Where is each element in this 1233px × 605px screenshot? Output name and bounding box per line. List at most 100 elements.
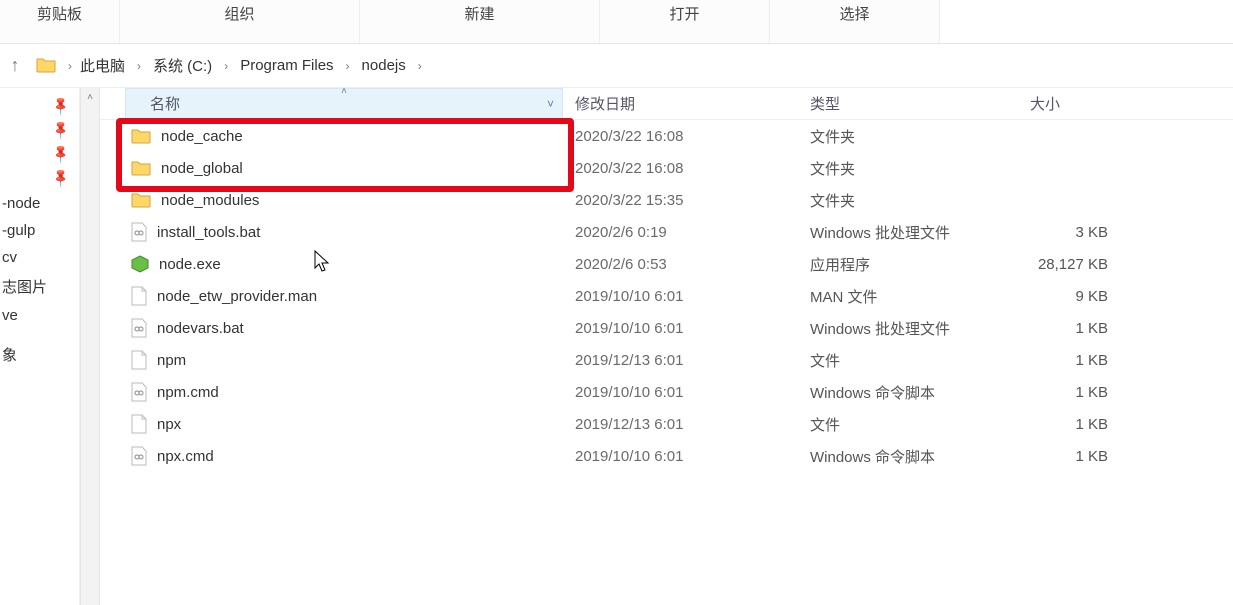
file-name-cell[interactable]: npx [125, 414, 563, 434]
file-name-label: npm [157, 352, 186, 369]
folder-icon [36, 55, 58, 77]
file-type-cell: 应用程序 [798, 254, 1018, 275]
cmd-icon [131, 446, 147, 466]
file-name-cell[interactable]: npx.cmd [125, 446, 563, 466]
file-icon [131, 350, 147, 370]
breadcrumb-item[interactable]: Program Files [236, 55, 337, 76]
pin-icon: 📌 [50, 119, 73, 142]
ribbon-tab-new[interactable]: 新建 [360, 0, 600, 43]
file-row[interactable]: node_modules2020/3/22 15:35文件夹 [100, 184, 1233, 216]
folder-icon [131, 127, 151, 145]
column-header-date[interactable]: 修改日期 [563, 93, 798, 114]
chevron-right-icon[interactable]: › [133, 59, 145, 73]
ribbon-tab-clipboard[interactable]: 剪贴板 [0, 0, 120, 43]
ribbon-tab-organize[interactable]: 组织 [120, 0, 360, 43]
file-name-cell[interactable]: nodevars.bat [125, 318, 563, 338]
file-name-label: npx [157, 416, 181, 433]
file-type-cell: Windows 批处理文件 [798, 318, 1018, 339]
file-row[interactable]: npm.cmd2019/10/10 6:01Windows 命令脚本1 KB [100, 376, 1233, 408]
column-headers: ˄ 名称 ˅ 修改日期 类型 大小 [100, 88, 1233, 120]
file-name-cell[interactable]: node_cache [125, 127, 563, 145]
file-date-cell: 2019/10/10 6:01 [563, 320, 798, 337]
file-name-cell[interactable]: npm.cmd [125, 382, 563, 402]
pin-icon: 📌 [50, 95, 73, 118]
file-name-label: node_cache [161, 128, 243, 145]
sidebar-item[interactable]: 志图片 [0, 271, 79, 302]
file-type-cell: 文件 [798, 414, 1018, 435]
sidebar-item[interactable]: -gulp [0, 217, 79, 244]
file-row[interactable]: install_tools.bat2020/2/6 0:19Windows 批处… [100, 216, 1233, 248]
file-size-cell: 1 KB [1018, 384, 1118, 401]
file-size-cell: 28,127 KB [1018, 256, 1118, 273]
pin-icon: 📌 [50, 167, 73, 190]
file-date-cell: 2020/3/22 15:35 [563, 192, 798, 209]
column-header-type[interactable]: 类型 [798, 93, 1018, 114]
file-icon [131, 286, 147, 306]
breadcrumb-item[interactable]: 系统 (C:) [149, 53, 216, 78]
file-date-cell: 2019/12/13 6:01 [563, 352, 798, 369]
file-type-cell: 文件夹 [798, 190, 1018, 211]
file-name-cell[interactable]: node_modules [125, 191, 563, 209]
file-size-cell: 1 KB [1018, 352, 1118, 369]
file-type-cell: 文件夹 [798, 158, 1018, 179]
chevron-down-icon[interactable]: ˅ [547, 97, 554, 111]
column-header-name[interactable]: ˄ 名称 ˅ [125, 88, 563, 120]
file-date-cell: 2020/3/22 16:08 [563, 128, 798, 145]
file-type-cell: Windows 命令脚本 [798, 446, 1018, 467]
sidebar-item[interactable]: cv [0, 244, 79, 271]
file-date-cell: 2019/10/10 6:01 [563, 384, 798, 401]
file-name-cell[interactable]: node_global [125, 159, 563, 177]
sidebar-item[interactable]: -node [0, 190, 79, 217]
file-row[interactable]: node_cache2020/3/22 16:08文件夹 [100, 120, 1233, 152]
scroll-up-icon[interactable]: ˄ [87, 88, 93, 103]
bat-icon [131, 222, 147, 242]
file-name-label: node_global [161, 160, 243, 177]
chevron-right-icon[interactable]: › [414, 59, 426, 73]
file-name-cell[interactable]: node.exe [125, 255, 563, 273]
file-list: ˄ 名称 ˅ 修改日期 类型 大小 node_cache 2020/3/22 16… [100, 88, 1233, 605]
breadcrumb-item[interactable]: nodejs [358, 55, 410, 76]
column-header-size[interactable]: 大小 [1018, 93, 1118, 114]
file-date-cell: 2019/12/13 6:01 [563, 416, 798, 433]
file-row[interactable]: npx 2019/12/13 6:01文件1 KB [100, 408, 1233, 440]
sort-asc-icon: ˄ [341, 86, 347, 97]
file-size-cell: 1 KB [1018, 416, 1118, 433]
file-name-label: node.exe [159, 256, 221, 273]
file-row[interactable]: node_etw_provider.man2019/10/10 6:01MAN … [100, 280, 1233, 312]
explorer-window: 剪贴板 组织 新建 打开 选择 ↑ › 此电脑 › 系统 (C:) › Prog… [0, 0, 1233, 605]
chevron-right-icon[interactable]: › [342, 59, 354, 73]
cmd-icon [131, 382, 147, 402]
file-name-label: npx.cmd [157, 448, 214, 465]
folder-icon [131, 191, 151, 209]
pin-icon: 📌 [50, 143, 73, 166]
chevron-right-icon[interactable]: › [64, 59, 76, 73]
file-type-cell: Windows 批处理文件 [798, 222, 1018, 243]
chevron-right-icon[interactable]: › [220, 59, 232, 73]
breadcrumb-item[interactable]: 此电脑 [76, 53, 129, 78]
ribbon-tab-select[interactable]: 选择 [770, 0, 940, 43]
file-size-cell: 9 KB [1018, 288, 1118, 305]
sidebar-scrollbar[interactable]: ˄ [80, 88, 100, 605]
file-name-cell[interactable]: node_etw_provider.man [125, 286, 563, 306]
bat-icon [131, 318, 147, 338]
column-header-name-label: 名称 [150, 93, 180, 114]
exe-icon [131, 255, 149, 273]
file-size-cell: 3 KB [1018, 224, 1118, 241]
file-name-cell[interactable]: npm [125, 350, 563, 370]
file-row[interactable]: npm2019/12/13 6:01文件1 KB [100, 344, 1233, 376]
address-bar[interactable]: ↑ › 此电脑 › 系统 (C:) › Program Files › node… [0, 44, 1233, 88]
file-row[interactable]: nodevars.bat2019/10/10 6:01Windows 批处理文件… [100, 312, 1233, 344]
file-date-cell: 2019/10/10 6:01 [563, 448, 798, 465]
file-date-cell: 2020/3/22 16:08 [563, 160, 798, 177]
breadcrumb: 此电脑 › 系统 (C:) › Program Files › nodejs › [76, 53, 426, 78]
file-row[interactable]: npx.cmd2019/10/10 6:01Windows 命令脚本1 KB [100, 440, 1233, 472]
up-one-level-icon[interactable]: ↑ [4, 55, 26, 76]
file-type-cell: MAN 文件 [798, 286, 1018, 307]
file-row[interactable]: node.exe2020/2/6 0:53应用程序28,127 KB [100, 248, 1233, 280]
sidebar-item[interactable] [0, 329, 79, 339]
sidebar-item[interactable]: 象 [0, 339, 79, 370]
sidebar-item[interactable]: ve [0, 302, 79, 329]
ribbon-tab-open[interactable]: 打开 [600, 0, 770, 43]
file-row[interactable]: node_global 2020/3/22 16:08文件夹 [100, 152, 1233, 184]
file-name-cell[interactable]: install_tools.bat [125, 222, 563, 242]
